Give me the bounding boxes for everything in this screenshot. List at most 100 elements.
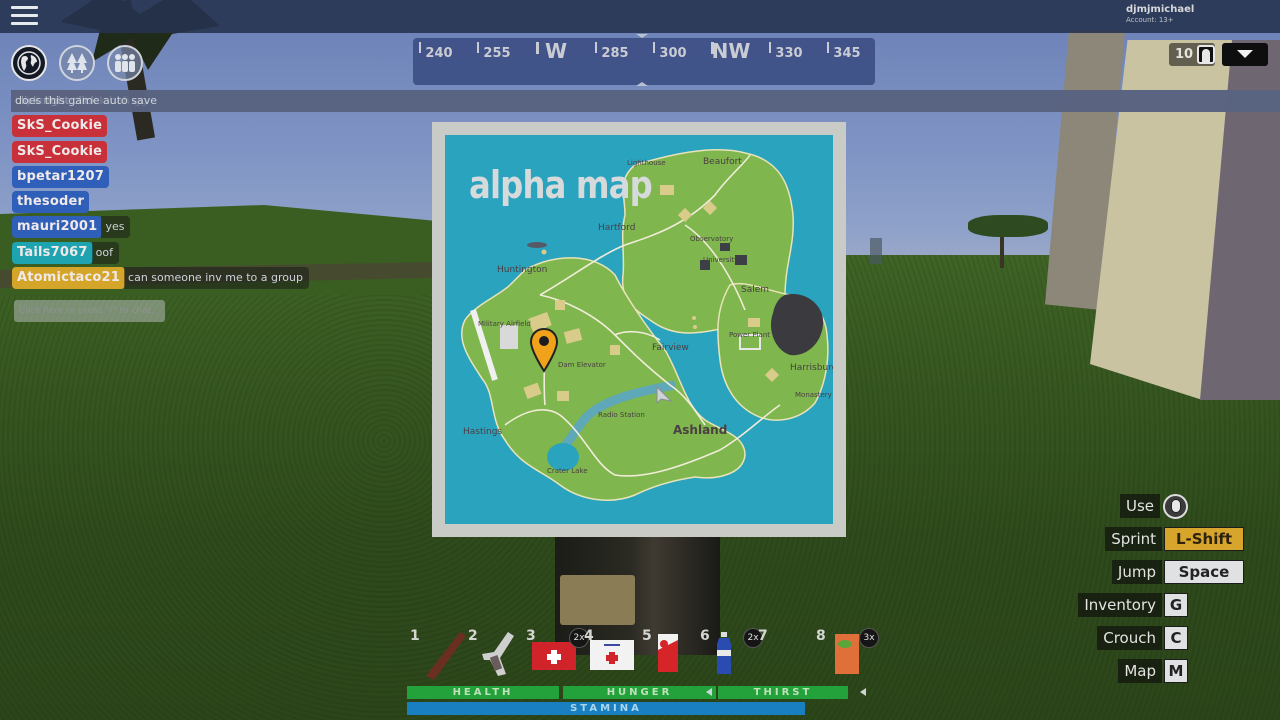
chat-message: SkS_Cookiethis is not the last of us — [11, 90, 1280, 138]
mouse-cursor-icon — [656, 385, 673, 405]
map-label-fairview: Fairview — [652, 343, 689, 353]
soda-can-icon — [656, 632, 680, 678]
player-count-number: 10 — [1175, 47, 1194, 62]
hotbar-slot-number: 1 — [410, 628, 420, 644]
player-backpack — [560, 575, 635, 625]
account-info: djmjmichael Account: 13+ — [1126, 4, 1194, 25]
map-label-hartford: Hartford — [598, 223, 636, 233]
chat-message: thesoder does this game auto save — [11, 90, 1280, 214]
hotbar: 1 2 3 2x 4 5 6 2x 7 8 3x — [405, 628, 879, 683]
key-c: C — [1164, 626, 1188, 650]
map-label-lighthouse: Lighthouse — [627, 159, 666, 167]
map-label-hastings: Hastings — [463, 427, 503, 437]
compass-tick-mark — [827, 42, 829, 53]
chat-username[interactable]: SkS_Cookie — [12, 140, 108, 163]
control-hint-sprint: Sprint L-Shift — [1105, 527, 1244, 551]
menu-line — [11, 6, 38, 9]
hotbar-slot-number: 6 — [700, 628, 710, 644]
chat-text: can someone inv me to a group — [124, 267, 309, 290]
map-label-observatory: Observatory — [690, 235, 734, 243]
compass-tick-mark — [653, 42, 655, 53]
control-action-label: Jump — [1111, 560, 1162, 584]
item-count-badge: 3x — [859, 628, 879, 648]
compass-tick: 240 — [419, 42, 459, 63]
chat-username[interactable]: mauri2001 — [12, 216, 103, 239]
compass-tick: 300 — [653, 42, 693, 63]
hunger-decrease-arrow-icon — [706, 688, 712, 696]
island-map[interactable]: alpha map Lighthouse Beaufort Hartford O… — [445, 135, 833, 524]
medkit-icon — [532, 642, 576, 674]
hamburger-menu-icon[interactable] — [11, 6, 38, 26]
chat-message: Atomictaco21 can someone inv me to a grou… — [12, 267, 309, 290]
thirst-bar: THIRST — [718, 686, 848, 699]
hotbar-slot-number: 7 — [758, 628, 768, 644]
chat-username[interactable]: bpetar1207 — [12, 165, 110, 188]
hotbar-slot-4[interactable]: 4 — [584, 628, 640, 683]
control-hint-inventory: Inventory G — [1078, 593, 1188, 617]
control-hint-map: Map M — [1118, 659, 1188, 683]
hotbar-slot-3[interactable]: 3 2x — [526, 628, 589, 683]
hotbar-slot-5[interactable]: 5 — [642, 628, 698, 683]
juice-carton-icon — [834, 632, 860, 680]
key-g: G — [1164, 593, 1188, 617]
control-action-label: Map — [1118, 659, 1162, 683]
hotbar-slot-7[interactable]: 7 — [758, 628, 814, 683]
chat-message: SkS_Cookiemy mouse stuck hah gg — [11, 90, 1280, 163]
chat-username[interactable]: Atomictaco21 — [12, 267, 126, 290]
compass-tick: 255 — [477, 42, 517, 63]
control-action-label: Crouch — [1097, 626, 1162, 650]
islet — [541, 249, 547, 255]
compass-tick-mark — [536, 42, 539, 54]
boat — [527, 242, 547, 248]
map-label-university: University — [703, 256, 739, 264]
compass-tick: NW — [711, 41, 751, 62]
compass-tick: W — [536, 41, 576, 62]
map-label-crater-lake: Crater Lake — [547, 467, 588, 475]
compass-tick-label: 345 — [833, 46, 861, 61]
hotbar-slot-2[interactable]: 2 — [468, 628, 524, 683]
chat-log[interactable]: SkS_CookierepeatSkS_Cookiethis is not th… — [11, 90, 1280, 292]
hunger-bar: HUNGER — [563, 686, 716, 699]
hotbar-slot-6[interactable]: 6 2x — [700, 628, 763, 683]
hotbar-slot-number: 8 — [816, 628, 826, 644]
chat-username[interactable]: Tails7067 — [12, 241, 93, 264]
map-label-beaufort: Beaufort — [703, 157, 742, 167]
menu-line — [11, 14, 38, 17]
chat-message: mauri2001 yes — [12, 216, 309, 239]
map-label-power-plant: Power Plant — [729, 331, 771, 339]
key-space: Space — [1164, 560, 1244, 584]
compass-tick: 285 — [595, 42, 635, 63]
chat-username[interactable]: SkS_Cookie — [12, 115, 108, 138]
rifle-icon — [424, 630, 468, 686]
hotbar-slot-1[interactable]: 1 — [410, 628, 466, 683]
key-m: M — [1164, 659, 1188, 683]
compass-tick-mark — [419, 42, 421, 53]
control-hint-jump: Jump Space — [1111, 560, 1244, 584]
map-label-salem: Salem — [741, 285, 770, 295]
player-list-dropdown-button[interactable] — [1222, 43, 1268, 66]
control-hint-crouch: Crouch C — [1097, 626, 1188, 650]
hotbar-slot-8[interactable]: 8 3x — [816, 628, 879, 683]
chat-input[interactable]: Click here or press "/" to chat. — [14, 300, 165, 322]
compass-bar: 240 255 W 285 300 NW 330 345 — [413, 38, 875, 85]
first-aid-bag-icon — [590, 640, 634, 674]
chat-text: does this game auto save — [11, 90, 1280, 112]
top-bar: djmjmichael Account: 13+ — [0, 0, 1280, 33]
map-label-monastery: Monastery — [795, 391, 832, 399]
map-label-ashland: Ashland — [673, 423, 728, 437]
key-l-shift: L-Shift — [1164, 527, 1244, 551]
player-count[interactable]: 10 — [1169, 43, 1216, 66]
thirst-decrease-arrow-icon — [860, 688, 866, 696]
trees-icon[interactable] — [59, 45, 95, 81]
group-icon[interactable] — [107, 45, 143, 81]
map-label-radio-station: Radio Station — [598, 411, 645, 419]
compass-tick: 345 — [827, 42, 867, 63]
chat-username[interactable]: thesoder — [12, 191, 90, 214]
person-icon — [1197, 45, 1216, 64]
control-hint-use: Use — [1119, 493, 1188, 519]
building — [1045, 20, 1280, 400]
location-pin-icon — [529, 327, 559, 373]
distant-tree — [870, 238, 882, 264]
compass-tick-label: 300 — [659, 46, 687, 61]
globe-icon[interactable] — [11, 45, 47, 81]
